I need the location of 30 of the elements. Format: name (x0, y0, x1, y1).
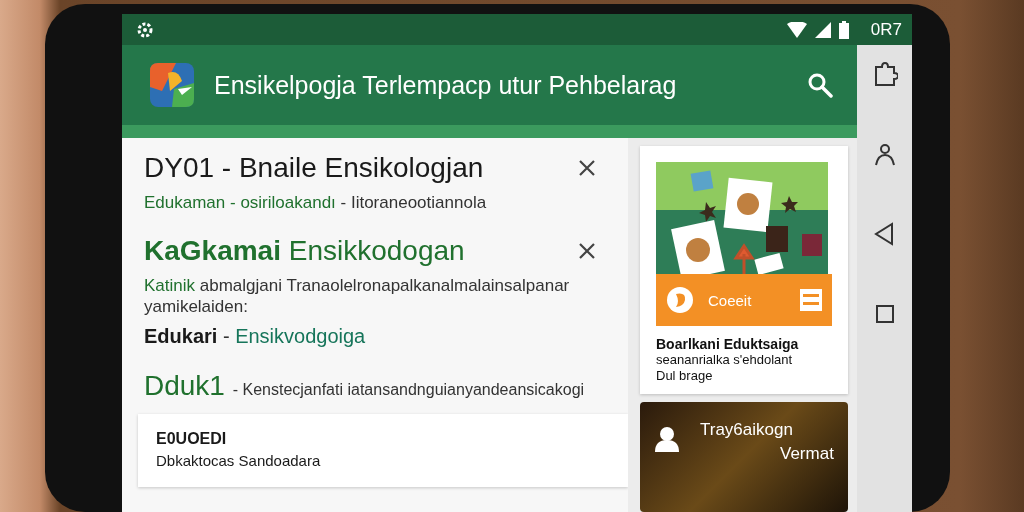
close-icon (578, 159, 596, 177)
list-item-text: Katinik abmalgjani Tranaolelronapalkanalmalainsalpanar yamikelaiden: (144, 275, 571, 317)
card-title: E0UOEDI (156, 430, 227, 448)
photo-card-text: Vermat (780, 444, 834, 464)
feature-card[interactable]: Coeeit Boarlkani Eduktsaiga seananrialka s'ehdolant Dul brage (640, 146, 848, 394)
list-item-tagline: Edukari - Ensikvodgoiga (144, 325, 367, 348)
battery-icon (838, 20, 849, 39)
gear-icon (136, 20, 154, 39)
action-label: Coeeit (708, 291, 753, 309)
status-time: 0R7 (870, 19, 902, 40)
wifi-icon (786, 21, 807, 38)
person-icon (654, 426, 680, 452)
close-icon (578, 242, 596, 260)
card-caption: Dul brage (656, 368, 714, 384)
app-logo-icon (148, 61, 196, 109)
list-icon (799, 289, 822, 311)
list-item-title[interactable]: KaGkamai Ensikkodogan (144, 235, 465, 267)
signal-icon (814, 21, 831, 38)
list-card[interactable]: E0UOEDI Dbkaktocas Sandoadara (138, 414, 628, 487)
card-text: Dbkaktocas Sandoadara (156, 451, 322, 471)
card-caption: Boarlkani Eduktsaiga (656, 336, 800, 352)
list-item-text: Edukaman - osiriloakandı - Iitoraneootiannola (144, 192, 488, 213)
photo-card-text: Tray6aikogn (700, 420, 794, 440)
list-item-title[interactable]: DY01 - Bnaile Ensikologjan (144, 152, 484, 184)
photo-card[interactable]: Tray6aikogn Vermat (640, 402, 848, 512)
card-caption: seananrialka s'ehdolant (656, 352, 794, 368)
list-item-title[interactable]: Dduk1 - Kenstecjanfati iatansandnguianyandeansicakogi (144, 370, 585, 402)
app-title: Ensikelpogja Terlempacp utur Pehbelarag (214, 70, 678, 100)
speech-bubble-icon (666, 286, 694, 314)
search-icon (807, 72, 833, 98)
